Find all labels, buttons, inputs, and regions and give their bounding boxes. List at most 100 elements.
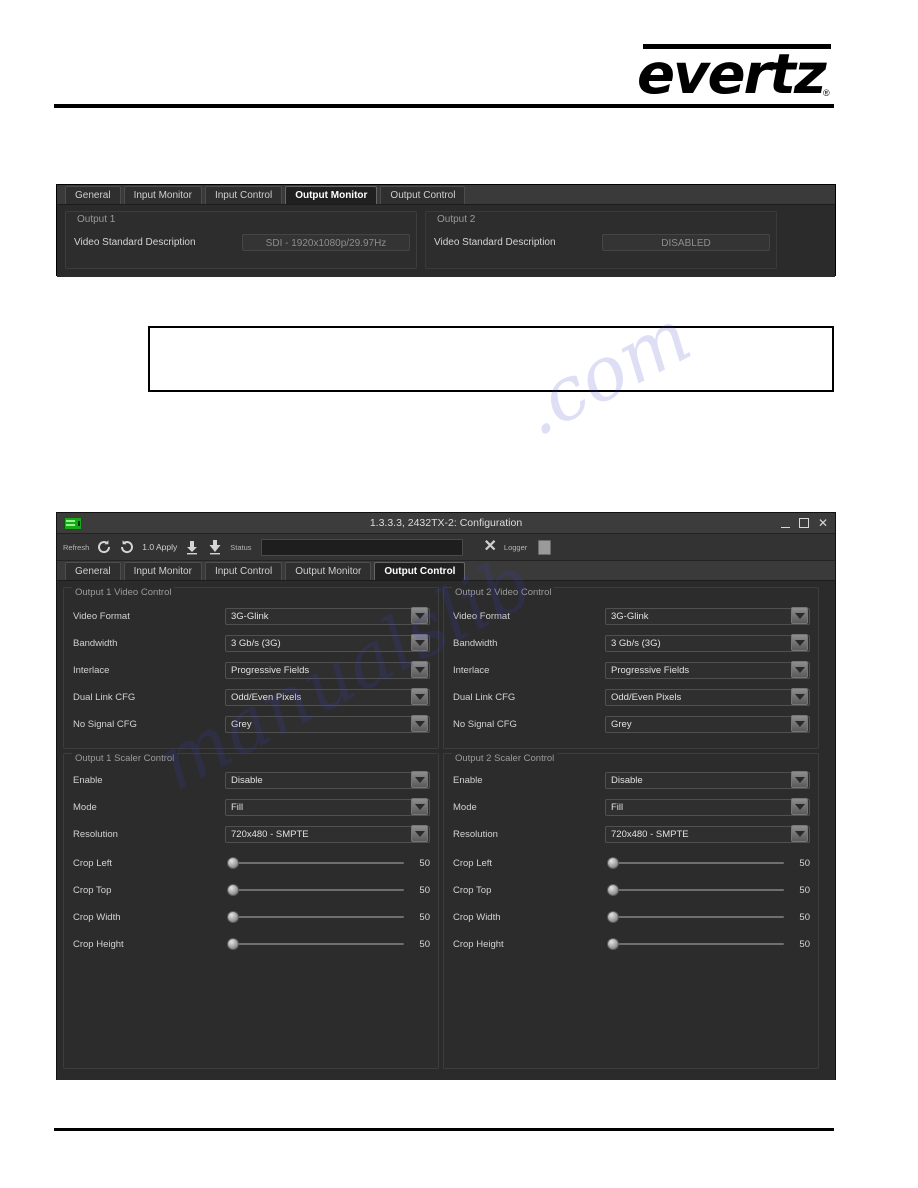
window-controls: ✕	[780, 517, 828, 529]
output1-video-control-title: Output 1 Video Control	[72, 587, 175, 598]
o1-crop-top-value: 50	[419, 885, 430, 896]
o1-crop-height-slider[interactable]: 50	[225, 937, 430, 951]
o1-mode-row: Mode Fill	[73, 797, 430, 817]
chevron-down-icon[interactable]	[411, 633, 428, 651]
slider-knob[interactable]	[227, 911, 239, 923]
o2-video-format-label: Video Format	[453, 610, 510, 622]
output-control-content: Output 1 Video Control Video Format 3G-G…	[57, 581, 835, 1080]
o2-crop-width-slider[interactable]: 50	[605, 910, 810, 924]
refresh-icon[interactable]	[96, 539, 112, 555]
chevron-down-icon[interactable]	[791, 797, 808, 815]
evertz-logo: evertz ®	[637, 44, 833, 102]
chevron-down-icon[interactable]	[791, 770, 808, 788]
chevron-down-icon[interactable]	[791, 824, 808, 842]
o2-no-signal-cfg-combo[interactable]: Grey	[605, 714, 810, 733]
o2-crop-left-slider[interactable]: 50	[605, 856, 810, 870]
slider-track	[611, 862, 784, 864]
o1-no-signal-cfg-combo[interactable]: Grey	[225, 714, 430, 733]
tab-output-monitor[interactable]: Output Monitor	[285, 186, 378, 204]
output2-group: Output 2 Video Standard Description DISA…	[425, 211, 777, 269]
chevron-down-icon[interactable]	[791, 633, 808, 651]
toolbar-close-icon[interactable]: ✕	[484, 539, 497, 555]
o1-interlace-combo[interactable]: Progressive Fields	[225, 660, 430, 679]
close-icon[interactable]: ✕	[818, 517, 828, 529]
o2-crop-top-slider[interactable]: 50	[605, 883, 810, 897]
o2-mode-value: Fill	[611, 801, 624, 813]
o2-interlace-combo[interactable]: Progressive Fields	[605, 660, 810, 679]
o2-resolution-value: 720x480 - SMPTE	[611, 828, 689, 840]
slider-knob[interactable]	[227, 938, 239, 950]
apply-label[interactable]: 1.0 Apply	[142, 542, 177, 552]
win-tab-input-monitor[interactable]: Input Monitor	[123, 562, 202, 580]
o1-no-signal-cfg-row: No Signal CFG Grey	[73, 714, 430, 734]
o2-interlace-row: Interlace Progressive Fields	[453, 660, 810, 680]
chevron-down-icon[interactable]	[411, 714, 428, 732]
o2-crop-left-label: Crop Left	[453, 857, 493, 869]
o2-dual-link-cfg-combo[interactable]: Odd/Even Pixels	[605, 687, 810, 706]
slider-knob[interactable]	[607, 938, 619, 950]
o1-dual-link-cfg-combo[interactable]: Odd/Even Pixels	[225, 687, 430, 706]
o1-interlace-label: Interlace	[73, 664, 110, 676]
slider-knob[interactable]	[607, 857, 619, 869]
slider-knob[interactable]	[227, 884, 239, 896]
o1-resolution-combo[interactable]: 720x480 - SMPTE	[225, 824, 430, 843]
o2-crop-width-label: Crop Width	[453, 911, 501, 923]
o1-enable-value: Disable	[231, 774, 263, 786]
footer-rule	[54, 1128, 834, 1131]
win-tab-output-control[interactable]: Output Control	[374, 562, 466, 580]
o1-enable-combo[interactable]: Disable	[225, 770, 430, 789]
output1-group-title: Output 1	[74, 214, 119, 225]
window-titlebar: 1.3.3.3, 2432TX-2: Configuration ✕	[57, 513, 835, 534]
o2-resolution-label: Resolution	[453, 828, 498, 840]
o2-mode-combo[interactable]: Fill	[605, 797, 810, 816]
o1-crop-left-label: Crop Left	[73, 857, 113, 869]
empty-caption-box	[148, 326, 834, 392]
o2-mode-label: Mode	[453, 801, 477, 813]
window-title: 1.3.3.3, 2432TX-2: Configuration	[369, 517, 523, 529]
maximize-icon[interactable]	[798, 518, 809, 528]
o2-video-format-row: Video Format 3G-Glink	[453, 606, 810, 626]
chevron-down-icon[interactable]	[791, 714, 808, 732]
o1-video-format-combo[interactable]: 3G-Glink	[225, 606, 430, 625]
o1-no-signal-cfg-value: Grey	[231, 718, 252, 730]
chevron-down-icon[interactable]	[411, 606, 428, 624]
o1-crop-left-slider[interactable]: 50	[225, 856, 430, 870]
logger-icon[interactable]	[538, 539, 552, 555]
chevron-down-icon[interactable]	[411, 797, 428, 815]
win-tab-input-control[interactable]: Input Control	[204, 562, 283, 580]
tab-general[interactable]: General	[65, 186, 121, 204]
o2-video-format-combo[interactable]: 3G-Glink	[605, 606, 810, 625]
chevron-down-icon[interactable]	[791, 660, 808, 678]
chevron-down-icon[interactable]	[411, 770, 428, 788]
tab-output-control[interactable]: Output Control	[380, 186, 466, 204]
slider-knob[interactable]	[607, 884, 619, 896]
download-all-icon[interactable]	[207, 539, 223, 555]
o2-enable-combo[interactable]: Disable	[605, 770, 810, 789]
chevron-down-icon[interactable]	[791, 687, 808, 705]
o2-resolution-combo[interactable]: 720x480 - SMPTE	[605, 824, 810, 843]
o1-bandwidth-row: Bandwidth 3 Gb/s (3G)	[73, 633, 430, 653]
chevron-down-icon[interactable]	[411, 687, 428, 705]
o2-crop-left-row: Crop Left 50	[453, 853, 810, 873]
o2-crop-height-slider[interactable]: 50	[605, 937, 810, 951]
chevron-down-icon[interactable]	[411, 660, 428, 678]
o1-crop-width-slider[interactable]: 50	[225, 910, 430, 924]
tab-input-control[interactable]: Input Control	[204, 186, 283, 204]
o1-crop-top-slider[interactable]: 50	[225, 883, 430, 897]
o1-bandwidth-combo[interactable]: 3 Gb/s (3G)	[225, 633, 430, 652]
minimize-icon[interactable]	[780, 519, 790, 528]
slider-knob[interactable]	[607, 911, 619, 923]
tab-input-monitor[interactable]: Input Monitor	[123, 186, 202, 204]
win-tab-output-monitor[interactable]: Output Monitor	[285, 562, 372, 580]
reload-icon[interactable]	[119, 539, 135, 555]
download-icon[interactable]	[184, 539, 200, 555]
chevron-down-icon[interactable]	[411, 824, 428, 842]
o2-interlace-label: Interlace	[453, 664, 490, 676]
slider-knob[interactable]	[227, 857, 239, 869]
o2-bandwidth-combo[interactable]: 3 Gb/s (3G)	[605, 633, 810, 652]
chevron-down-icon[interactable]	[791, 606, 808, 624]
status-field[interactable]	[260, 538, 463, 556]
configuration-window-screenshot: 1.3.3.3, 2432TX-2: Configuration ✕ Refre…	[56, 512, 836, 1080]
o1-mode-combo[interactable]: Fill	[225, 797, 430, 816]
win-tab-general[interactable]: General	[65, 562, 121, 580]
